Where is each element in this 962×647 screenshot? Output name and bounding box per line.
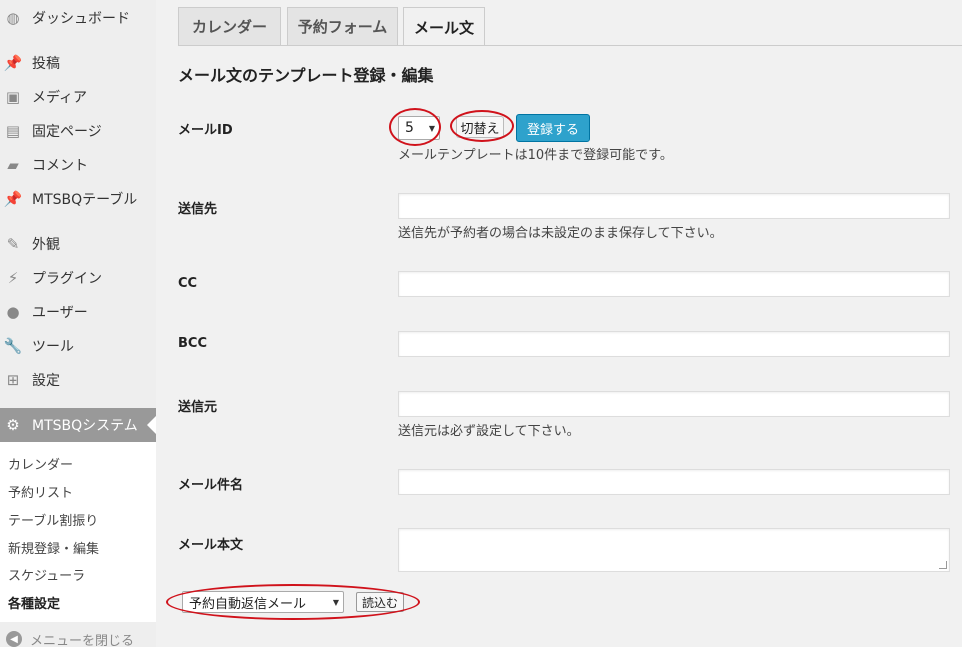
from-field[interactable]	[398, 391, 950, 417]
menu-item-mtsbq-system[interactable]: ⚙ MTSBQシステム	[0, 408, 156, 442]
cc-label: CC	[178, 276, 198, 291]
template-selected-value: 予約自動返信メール	[189, 596, 307, 612]
menu-label: 設定	[32, 373, 60, 389]
mail-id-select[interactable]: 5 ▼	[398, 116, 440, 140]
settings-icon: ⊞	[6, 371, 20, 389]
to-field[interactable]	[398, 193, 950, 219]
gear-icon: ⚙	[6, 416, 20, 434]
menu-item-comments[interactable]: ▰ コメント	[0, 148, 156, 182]
body-textarea[interactable]	[398, 528, 950, 572]
menu-label: MTSBQシステム	[32, 418, 138, 434]
register-button[interactable]: 登録する	[516, 114, 590, 142]
submenu-item-calendar[interactable]: カレンダー	[8, 454, 73, 473]
menu-label: ツール	[32, 339, 74, 355]
submenu-item-reservation-list[interactable]: 予約リスト	[8, 482, 73, 501]
chevron-down-icon: ▼	[332, 598, 339, 607]
media-icon: ▣	[5, 88, 21, 106]
chevron-down-icon: ▼	[428, 124, 435, 133]
menu-item-tools[interactable]: 🔧 ツール	[0, 329, 156, 363]
menu-label: コメント	[32, 158, 88, 174]
menu-item-mtsbq-table[interactable]: 📌 MTSBQテーブル	[0, 182, 156, 216]
menu-label: 投稿	[32, 56, 60, 72]
brush-icon: ✎	[6, 235, 20, 253]
submenu-item-new-edit[interactable]: 新規登録・編集	[8, 538, 99, 557]
menu-item-pages[interactable]: ▤ 固定ページ	[0, 114, 156, 148]
menu-label: プラグイン	[32, 271, 102, 287]
menu-label: メディア	[32, 90, 88, 106]
tab-mail-text[interactable]: メール文	[403, 7, 485, 46]
plugin-icon: ⚡	[7, 269, 19, 287]
menu-item-plugins[interactable]: ⚡ プラグイン	[0, 261, 156, 295]
menu-label: 外観	[32, 237, 60, 253]
menu-item-users[interactable]: ● ユーザー	[0, 295, 156, 329]
menu-item-appearance[interactable]: ✎ 外観	[0, 227, 156, 261]
menu-item-dashboard[interactable]: ◍ ダッシュボード	[0, 1, 156, 35]
body-label: メール本文	[178, 538, 244, 553]
cc-field[interactable]	[398, 271, 950, 297]
tab-divider	[178, 45, 962, 46]
pin-icon: 📌	[3, 54, 23, 72]
to-help: 送信先が予約者の場合は未設定のまま保存して下さい。	[398, 226, 723, 241]
menu-label: ダッシュボード	[32, 11, 130, 27]
page-icon: ▤	[5, 122, 21, 140]
to-label: 送信先	[178, 202, 218, 217]
menu-item-media[interactable]: ▣ メディア	[0, 80, 156, 114]
mail-id-help: メールテンプレートは10件まで登録可能です。	[398, 148, 673, 163]
admin-sidebar: ◍ ダッシュボード 📌 投稿 ▣ メディア ▤ 固定ページ ▰ コメント 📌 M…	[0, 0, 156, 647]
from-help: 送信元は必ず設定して下さい。	[398, 424, 580, 439]
menu-label: 固定ページ	[32, 124, 102, 140]
submenu-item-settings[interactable]: 各種設定	[8, 593, 60, 612]
submenu-item-scheduler[interactable]: スケジューラ	[8, 565, 85, 584]
from-label: 送信元	[178, 400, 218, 415]
bcc-field[interactable]	[398, 331, 950, 357]
page-title: メール文のテンプレート登録・編集	[178, 66, 434, 85]
submenu-item-table-assignment[interactable]: テーブル割振り	[8, 510, 98, 529]
wrench-icon: 🔧	[3, 337, 23, 355]
comment-icon: ▰	[7, 156, 19, 174]
collapse-label: メニューを閉じる	[30, 633, 135, 647]
bcc-label: BCC	[178, 336, 207, 351]
submenu: カレンダー 予約リスト テーブル割振り 新規登録・編集 スケジューラ 各種設定	[0, 442, 156, 622]
resize-handle-icon[interactable]	[939, 561, 947, 569]
subject-field[interactable]	[398, 469, 950, 495]
mail-id-value: 5	[405, 120, 414, 136]
menu-label: ユーザー	[32, 305, 88, 321]
dashboard-icon: ◍	[6, 9, 20, 27]
subject-label: メール件名	[178, 478, 244, 493]
tab-calendar[interactable]: カレンダー	[178, 7, 281, 45]
collapse-icon: ◀	[6, 631, 22, 647]
collapse-menu-button[interactable]: ◀ メニューを閉じる	[0, 628, 134, 647]
template-select[interactable]: 予約自動返信メール ▼	[182, 591, 344, 613]
menu-label: MTSBQテーブル	[32, 192, 138, 208]
load-button[interactable]: 読込む	[356, 592, 404, 612]
tab-reservation-form[interactable]: 予約フォーム	[287, 7, 398, 45]
switch-button[interactable]: 切替え	[456, 116, 504, 138]
menu-item-settings[interactable]: ⊞ 設定	[0, 363, 156, 397]
pin-icon: 📌	[3, 190, 23, 208]
user-icon: ●	[6, 303, 20, 321]
mail-id-label: メールID	[178, 123, 233, 138]
menu-item-posts[interactable]: 📌 投稿	[0, 46, 156, 80]
